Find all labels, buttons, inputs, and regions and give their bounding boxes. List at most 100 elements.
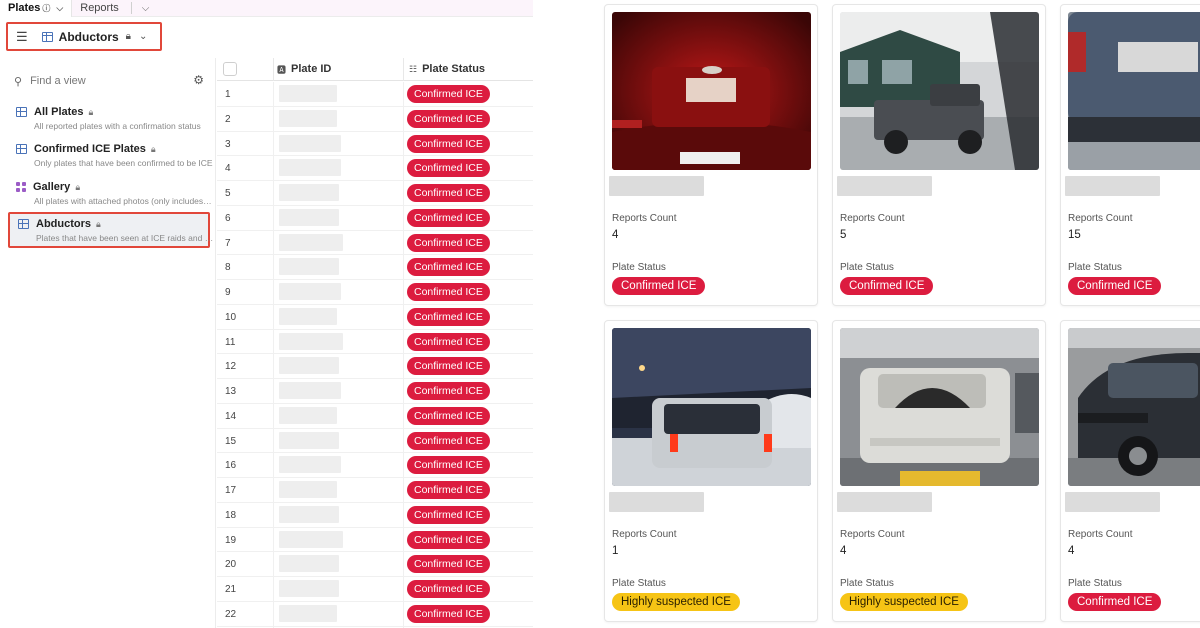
column-divider: [273, 58, 274, 81]
tab-plates[interactable]: Plates ⓘ ⌵: [0, 0, 73, 17]
table-row[interactable]: 21 Confirmed ICE: [217, 577, 533, 602]
chevron-down-icon[interactable]: ⌵: [56, 3, 63, 14]
plate-id-redacted: [279, 233, 343, 251]
vehicle-photo[interactable]: [1068, 12, 1200, 170]
sidebar-item-gallery[interactable]: Gallery 🔒︎ All plates with attached photo…: [8, 177, 214, 213]
table-row[interactable]: 8 Confirmed ICE: [217, 255, 533, 280]
info-icon[interactable]: ⓘ: [42, 3, 50, 14]
lock-icon: 🔒︎: [96, 218, 101, 229]
plate-id-redacted: [279, 604, 337, 622]
reports-count-value: 4: [1068, 545, 1075, 557]
gallery-card[interactable]: Reports Count 4 Plate Status Highly susp…: [832, 320, 1046, 622]
table-panel: Plates ⓘ ⌵ Reports ⌵ ☰ Abductors 🔒︎ ⌄ ⚲ …: [0, 0, 533, 628]
lock-icon: 🔒︎: [75, 181, 81, 192]
sidebar-item-all-plates[interactable]: All Plates 🔒︎ All reported plates with a …: [8, 102, 210, 138]
table-row[interactable]: 20 Confirmed ICE: [217, 552, 533, 577]
table-row[interactable]: 22 Confirmed ICE: [217, 602, 533, 627]
gear-icon[interactable]: ⚙: [193, 73, 204, 87]
gallery-card[interactable]: Reports Count 15 Plate Status Confirmed …: [1060, 4, 1200, 306]
column-header-plate-status[interactable]: ☷ Plate Status: [409, 63, 485, 75]
column-header-label: Plate ID: [291, 63, 332, 75]
table-row[interactable]: 9 Confirmed ICE: [217, 280, 533, 305]
status-badge: Confirmed ICE: [407, 134, 490, 153]
row-number: 6: [225, 212, 231, 224]
row-number: 3: [225, 138, 231, 150]
status-badge: Confirmed ICE: [407, 505, 490, 524]
table-row[interactable]: 11 Confirmed ICE: [217, 330, 533, 355]
plate-status-label: Plate Status: [1068, 578, 1122, 589]
status-badge: Confirmed ICE: [407, 357, 490, 376]
select-all-checkbox[interactable]: [223, 62, 237, 76]
plate-id-redacted: [837, 492, 932, 512]
text-field-icon: 🅰︎: [277, 64, 287, 75]
plate-status-label: Plate Status: [612, 578, 666, 589]
plate-id-redacted: [279, 307, 337, 325]
plate-id-redacted: [279, 505, 339, 523]
gallery-card[interactable]: Reports Count 4 Plate Status Confirmed I…: [604, 4, 818, 306]
gallery-card[interactable]: Reports Count 1 Plate Status Highly susp…: [604, 320, 818, 622]
find-view-placeholder: Find a view: [30, 75, 86, 87]
column-header-label: Plate Status: [422, 63, 486, 75]
table-row[interactable]: 12 Confirmed ICE: [217, 354, 533, 379]
vehicle-photo[interactable]: [840, 12, 1039, 170]
row-number: 2: [225, 113, 231, 125]
app-root: Plates ⓘ ⌵ Reports ⌵ ☰ Abductors 🔒︎ ⌄ ⚲ …: [0, 0, 1200, 628]
vehicle-photo[interactable]: [1068, 328, 1200, 486]
table-tab-bar: Plates ⓘ ⌵ Reports ⌵: [0, 0, 533, 17]
status-badge: Confirmed ICE: [407, 233, 490, 252]
grid-view-icon: [41, 31, 53, 42]
table-row[interactable]: 2 Confirmed ICE: [217, 107, 533, 132]
chevron-down-icon[interactable]: ⌄: [139, 31, 147, 42]
row-number: 22: [225, 608, 237, 620]
table-row[interactable]: 19 Confirmed ICE: [217, 528, 533, 553]
reports-count-value: 15: [1068, 229, 1081, 241]
row-number: 13: [225, 386, 237, 397]
vehicle-photo[interactable]: [612, 328, 811, 486]
tab-plates-label: Plates: [8, 2, 41, 14]
gallery-panel: Reports Count 4 Plate Status Confirmed I…: [533, 0, 1200, 628]
view-name: Gallery: [33, 181, 71, 193]
view-description: All plates with attached photos (only in…: [34, 196, 214, 206]
column-header-plate-id[interactable]: 🅰︎ Plate ID: [277, 63, 331, 76]
view-description: Only plates that have been confirmed to …: [34, 158, 213, 168]
table-row[interactable]: 15 Confirmed ICE: [217, 429, 533, 454]
vehicle-photo[interactable]: [612, 12, 811, 170]
table-row[interactable]: 18 Confirmed ICE: [217, 503, 533, 528]
status-badge: Confirmed ICE: [407, 109, 490, 128]
row-number: 5: [225, 188, 231, 199]
reports-count-label: Reports Count: [612, 529, 677, 540]
table-row[interactable]: 13 Confirmed ICE: [217, 379, 533, 404]
sidebar-item-confirmed-ice-plates[interactable]: Confirmed ICE Plates 🔒︎ Only plates that …: [8, 139, 213, 175]
table-row[interactable]: 14 Confirmed ICE: [217, 404, 533, 429]
find-view-search[interactable]: ⚲ Find a view ⚙: [14, 72, 204, 90]
table-row[interactable]: 1 Confirmed ICE: [217, 82, 533, 107]
gallery-card[interactable]: Reports Count 5 Plate Status Confirmed I…: [832, 4, 1046, 306]
sidebar-item-abductors[interactable]: Abductors 🔒︎ Plates that have been seen a…: [8, 212, 216, 248]
table-row[interactable]: 7 Confirmed ICE: [217, 231, 533, 256]
reports-count-value: 4: [612, 229, 619, 241]
plate-status-label: Plate Status: [612, 262, 666, 273]
table-row[interactable]: 4 Confirmed ICE: [217, 156, 533, 181]
table-row[interactable]: 16 Confirmed ICE: [217, 453, 533, 478]
table-row[interactable]: 3 Confirmed ICE: [217, 132, 533, 157]
hamburger-menu-icon[interactable]: ☰: [16, 29, 28, 45]
plate-id-redacted: [279, 85, 337, 102]
status-badge: Confirmed ICE: [407, 382, 490, 400]
row-number: 7: [225, 237, 231, 249]
more-tabs-chevron-icon[interactable]: ⌵: [136, 3, 156, 14]
status-badge: Confirmed ICE: [1068, 277, 1162, 295]
table-row[interactable]: 17 Confirmed ICE: [217, 478, 533, 503]
table-row[interactable]: 6 Confirmed ICE: [217, 206, 533, 231]
table-row[interactable]: 10 Confirmed ICE: [217, 305, 533, 330]
table-row[interactable]: 5 Confirmed ICE: [217, 181, 533, 206]
row-number: 1: [225, 89, 231, 100]
row-number: 19: [225, 534, 237, 546]
gallery-card[interactable]: Reports Count 4 Plate Status Confirmed I…: [1060, 320, 1200, 622]
plate-id-redacted: [279, 530, 343, 548]
tab-reports[interactable]: Reports: [72, 0, 127, 17]
row-number: 20: [225, 559, 237, 571]
row-number: 8: [225, 262, 231, 274]
vehicle-photo[interactable]: [840, 328, 1039, 486]
row-number: 21: [225, 584, 237, 595]
view-switcher[interactable]: ☰ Abductors 🔒︎ ⌄: [6, 22, 162, 51]
